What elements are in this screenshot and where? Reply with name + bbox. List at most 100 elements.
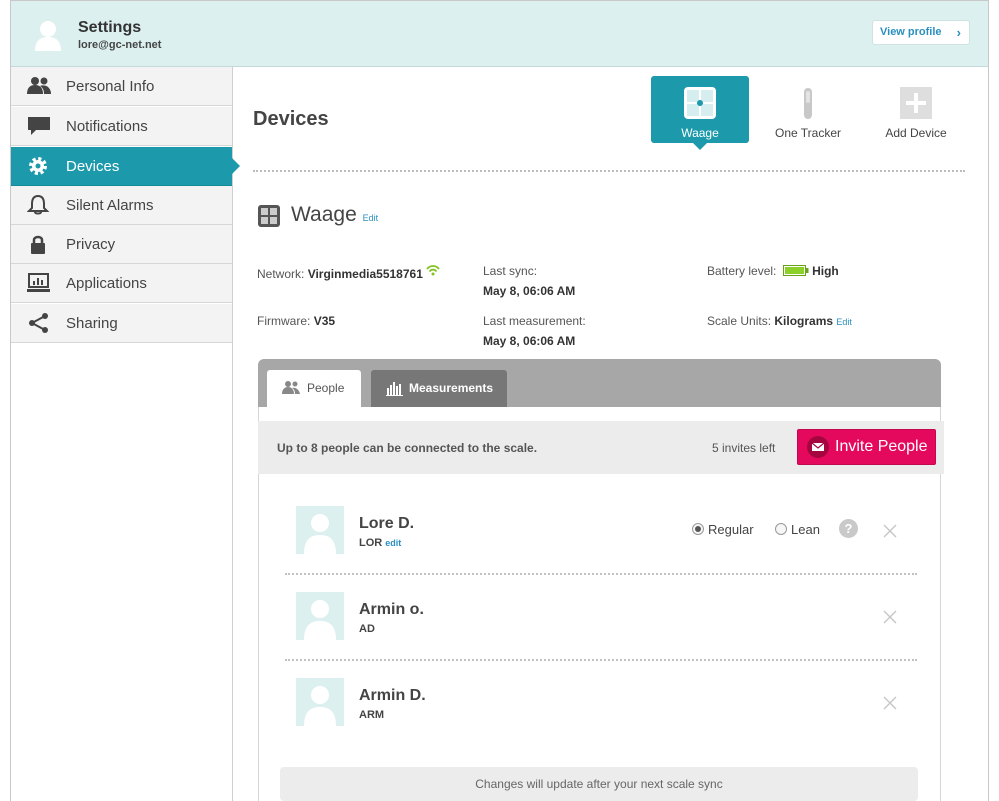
section-title: Devices bbox=[253, 108, 329, 130]
person-avatar-icon bbox=[296, 506, 344, 554]
sidebar-item-label: Silent Alarms bbox=[66, 197, 154, 214]
invite-bar: Up to 8 people can be connected to the s… bbox=[258, 421, 944, 474]
user-avatar-icon bbox=[35, 21, 61, 51]
mode-lean-radio[interactable]: Lean bbox=[775, 522, 820, 537]
person-row: Lore D. LOR edit Regular Lean ? bbox=[258, 499, 941, 579]
plus-icon bbox=[900, 87, 932, 119]
share-icon bbox=[29, 313, 48, 333]
view-profile-label: View profile bbox=[880, 26, 942, 38]
person-name: Armin D. bbox=[359, 687, 426, 704]
help-icon[interactable]: ? bbox=[839, 519, 858, 538]
sidebar-item-silent-alarms[interactable]: Silent Alarms bbox=[11, 186, 232, 225]
sidebar-item-label: Sharing bbox=[66, 315, 118, 332]
invites-left-count: 5 invites left bbox=[712, 441, 776, 455]
scale-units-value: Kilograms bbox=[774, 314, 834, 328]
people-icon bbox=[282, 381, 300, 394]
lock-icon bbox=[31, 235, 45, 254]
row-divider bbox=[285, 573, 917, 575]
settings-header: Settings lore@gc-net.net View profile › bbox=[11, 1, 988, 67]
device-tab-label: Add Device bbox=[885, 126, 947, 140]
last-measurement-value: May 8, 06:06 AM bbox=[483, 334, 575, 348]
people-icon bbox=[27, 77, 51, 94]
edit-device-name-link[interactable]: Edit bbox=[363, 213, 379, 223]
last-measurement-text: May 8, 06:06 AM bbox=[483, 334, 576, 348]
tab-measurements[interactable]: Measurements bbox=[371, 370, 507, 407]
speech-bubble-icon bbox=[28, 117, 50, 135]
sidebar-item-personal-info[interactable]: Personal Info bbox=[11, 67, 232, 106]
close-icon[interactable] bbox=[882, 523, 898, 539]
battery-label: Battery level: bbox=[707, 264, 777, 278]
gear-icon bbox=[29, 157, 47, 175]
mode-regular-radio[interactable]: Regular bbox=[692, 522, 754, 537]
invite-people-label: Invite People bbox=[835, 438, 928, 455]
scale-icon bbox=[258, 205, 280, 227]
sidebar-item-notifications[interactable]: Notifications bbox=[11, 107, 232, 146]
bar-chart-icon bbox=[386, 382, 403, 396]
user-email: lore@gc-net.net bbox=[78, 39, 162, 51]
sidebar-item-label: Personal Info bbox=[66, 78, 155, 95]
person-avatar-icon bbox=[296, 678, 344, 726]
device-tab-one-tracker[interactable]: One Tracker bbox=[759, 76, 857, 143]
sidebar: Personal Info Notifications Devices Sile… bbox=[11, 67, 240, 801]
person-short-name: LOR edit bbox=[359, 537, 401, 549]
wifi-icon bbox=[426, 265, 440, 276]
network-value: Virginmedia5518761 bbox=[307, 267, 423, 281]
last-sync-label: Last sync: bbox=[483, 264, 538, 278]
person-row: Armin D. ARM bbox=[258, 671, 941, 751]
tab-people[interactable]: People bbox=[267, 370, 361, 407]
mode-lean-label: Lean bbox=[791, 522, 820, 537]
sidebar-item-sharing[interactable]: Sharing bbox=[11, 304, 232, 343]
device-tab-waage[interactable]: Waage bbox=[651, 76, 749, 150]
sidebar-item-label: Devices bbox=[66, 158, 120, 175]
device-tab-label: Waage bbox=[681, 126, 719, 140]
person-name: Armin o. bbox=[359, 601, 424, 618]
sidebar-item-label: Applications bbox=[66, 275, 147, 292]
tracker-icon bbox=[804, 88, 812, 119]
network-info: Network: Virginmedia5518761 bbox=[257, 264, 440, 281]
close-icon[interactable] bbox=[882, 695, 898, 711]
person-avatar-icon bbox=[296, 592, 344, 640]
view-profile-button[interactable]: View profile › bbox=[872, 20, 970, 45]
chevron-right-icon: › bbox=[956, 25, 961, 40]
radio-dot bbox=[775, 523, 787, 535]
person-name: Lore D. bbox=[359, 515, 415, 532]
sidebar-item-label: Notifications bbox=[66, 118, 148, 135]
firmware-value: V35 bbox=[313, 314, 336, 328]
sidebar-item-privacy[interactable]: Privacy bbox=[11, 225, 232, 264]
person-short-name: ARM bbox=[359, 709, 385, 721]
scale-icon bbox=[684, 87, 716, 119]
network-label: Network: bbox=[257, 267, 305, 281]
edit-scale-units-link[interactable]: Edit bbox=[836, 317, 852, 327]
sidebar-item-applications[interactable]: Applications bbox=[11, 264, 232, 303]
firmware-label: Firmware: bbox=[257, 314, 311, 328]
envelope-icon bbox=[807, 436, 829, 458]
last-sync-text: May 8, 06:06 AM bbox=[483, 284, 576, 298]
edit-short-name-link[interactable]: edit bbox=[385, 538, 401, 548]
invite-info-text: Up to 8 people can be connected to the s… bbox=[277, 441, 538, 455]
battery-icon bbox=[782, 265, 809, 276]
device-name: Waage Edit bbox=[291, 203, 378, 227]
sync-notice: Changes will update after your next scal… bbox=[280, 767, 918, 801]
battery-value: High bbox=[812, 264, 839, 278]
person-row: Armin o. AD bbox=[258, 585, 941, 665]
monitor-chart-icon bbox=[27, 273, 50, 292]
device-tab-label: One Tracker bbox=[774, 126, 842, 140]
person-short-text: LOR bbox=[359, 537, 383, 549]
tab-people-label: People bbox=[307, 381, 345, 395]
sidebar-item-devices[interactable]: Devices bbox=[11, 147, 240, 186]
sidebar-item-label: Privacy bbox=[66, 236, 116, 253]
page-title: Settings bbox=[78, 19, 142, 36]
battery-info: Battery level: High bbox=[707, 264, 839, 278]
tab-measurements-label: Measurements bbox=[409, 381, 494, 395]
device-name-text: Waage bbox=[291, 203, 357, 226]
scale-units-info: Scale Units: Kilograms Edit bbox=[707, 314, 852, 328]
close-icon[interactable] bbox=[882, 609, 898, 625]
device-tab-add-device[interactable]: Add Device bbox=[867, 76, 965, 143]
bell-icon bbox=[27, 195, 50, 215]
invite-people-button[interactable]: Invite People bbox=[797, 429, 936, 465]
person-short-name: AD bbox=[359, 623, 375, 635]
people-panel: People Measurements Up to 8 people can b… bbox=[258, 359, 944, 801]
mode-regular-label: Regular bbox=[708, 522, 754, 537]
divider bbox=[253, 170, 965, 172]
last-sync-value: May 8, 06:06 AM bbox=[483, 284, 575, 298]
